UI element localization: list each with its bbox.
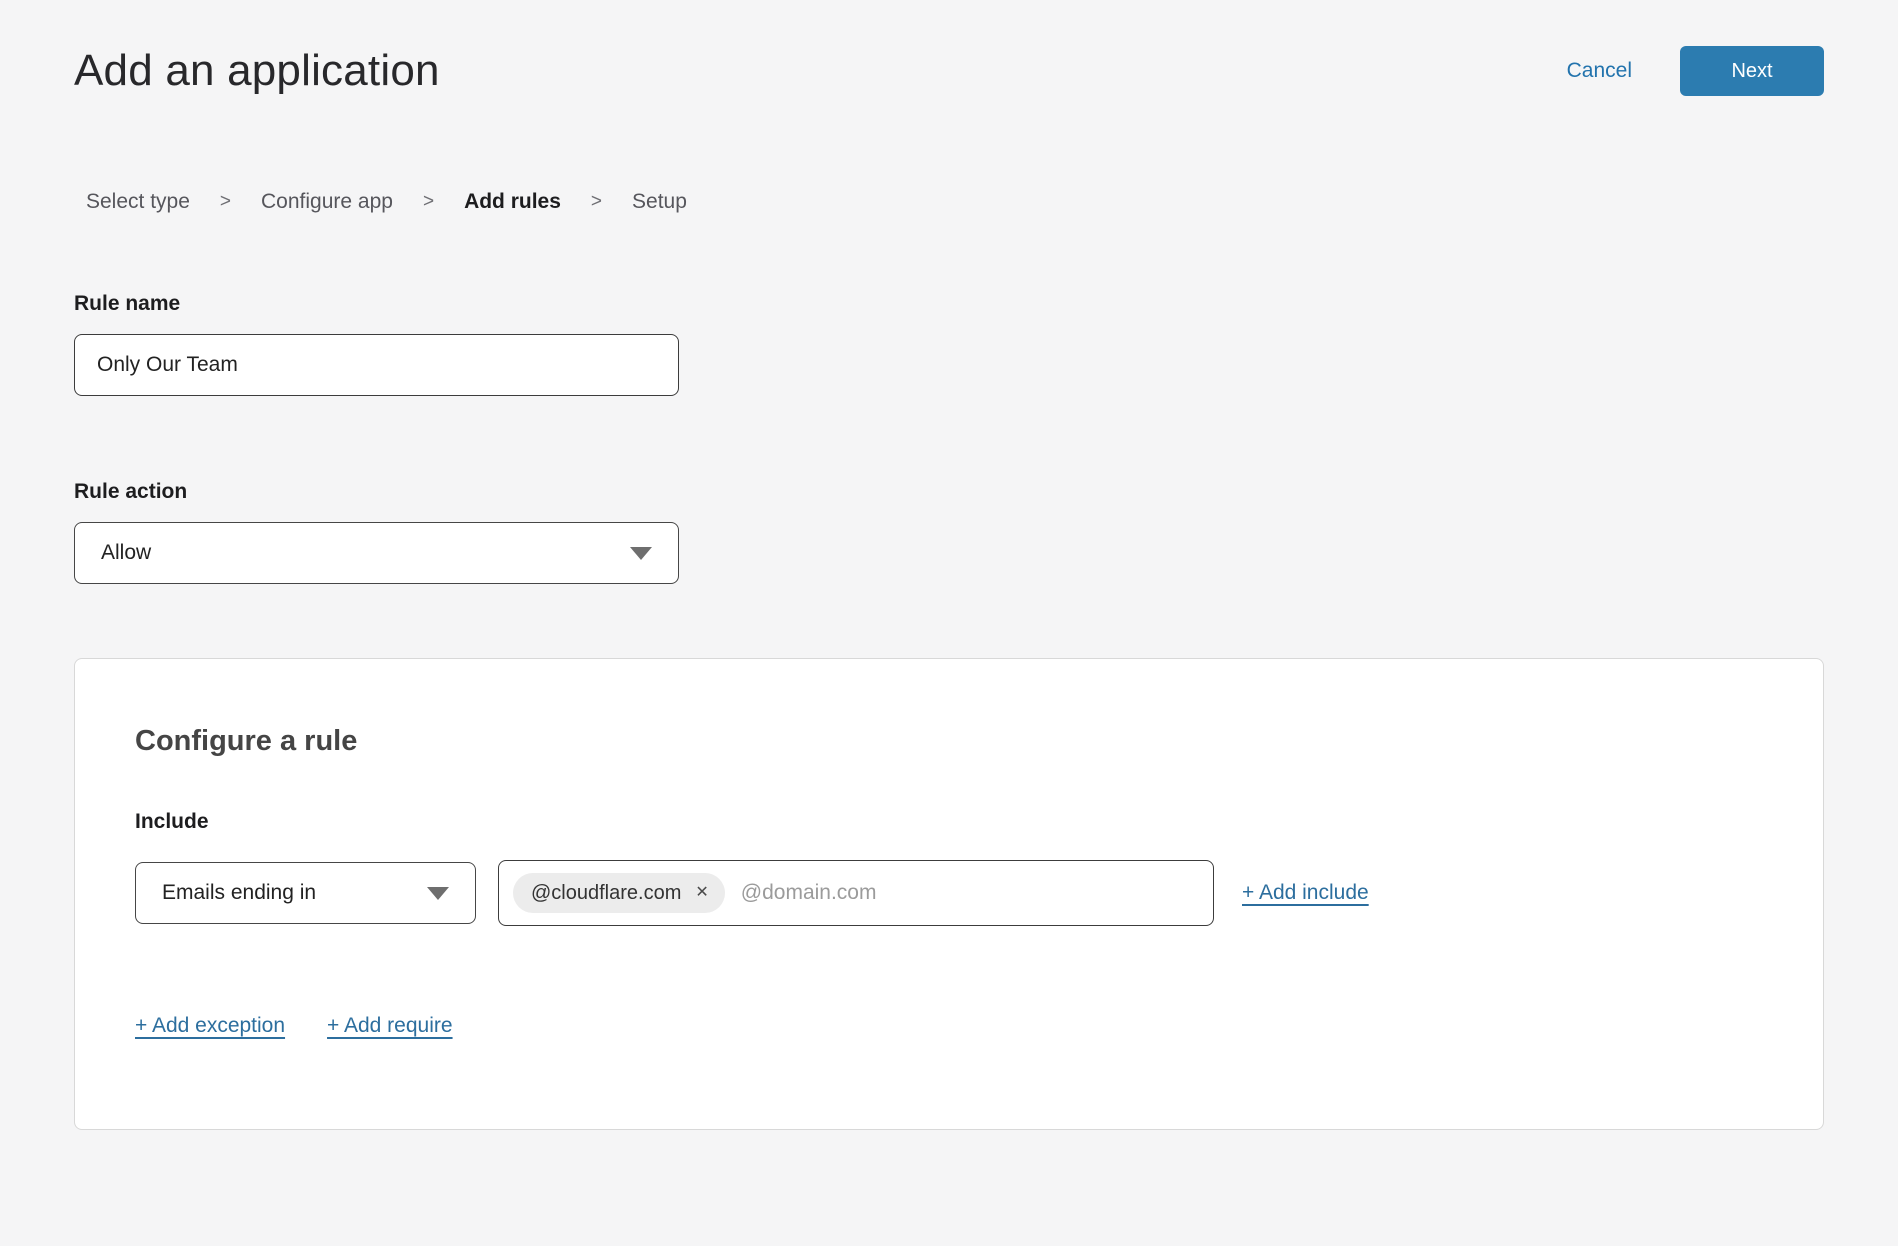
add-exception-link[interactable]: + Add exception (135, 1014, 285, 1038)
breadcrumb-step-add-rules[interactable]: Add rules (464, 190, 561, 214)
page-title: Add an application (74, 46, 440, 96)
rule-action-select[interactable]: Allow (74, 522, 679, 584)
breadcrumb-separator-icon: > (220, 191, 231, 213)
caret-down-icon (427, 887, 449, 900)
header-actions: Cancel Next (1567, 46, 1824, 96)
email-domain-tag-input[interactable]: @cloudflare.com ✕ (498, 860, 1214, 926)
add-application-page: Add an application Cancel Next Select ty… (0, 46, 1898, 1130)
rule-action-label: Rule action (74, 480, 1824, 504)
include-label: Include (135, 810, 1763, 834)
domain-entry-input[interactable] (741, 881, 1199, 905)
include-selector-select[interactable]: Emails ending in (135, 862, 476, 924)
page-header: Add an application Cancel Next (74, 46, 1824, 96)
remove-tag-icon[interactable]: ✕ (695, 885, 708, 901)
breadcrumb-step-select-type[interactable]: Select type (86, 190, 190, 214)
rule-action-selected-value: Allow (101, 541, 151, 565)
cancel-button[interactable]: Cancel (1567, 59, 1632, 83)
configure-rule-card: Configure a rule Include Emails ending i… (74, 658, 1824, 1130)
rule-links-row: + Add exception + Add require (135, 1014, 1763, 1038)
breadcrumb-separator-icon: > (591, 191, 602, 213)
tag-value: @cloudflare.com (531, 882, 681, 905)
rule-name-input[interactable] (74, 334, 679, 396)
add-require-link[interactable]: + Add require (327, 1014, 453, 1038)
email-domain-tag: @cloudflare.com ✕ (513, 873, 725, 913)
caret-down-icon (630, 547, 652, 560)
next-button[interactable]: Next (1680, 46, 1824, 96)
card-heading: Configure a rule (135, 725, 1763, 758)
rule-name-label: Rule name (74, 292, 1824, 316)
include-selector-value: Emails ending in (162, 881, 316, 905)
breadcrumb-step-setup[interactable]: Setup (632, 190, 687, 214)
breadcrumb-step-configure-app[interactable]: Configure app (261, 190, 393, 214)
breadcrumb-separator-icon: > (423, 191, 434, 213)
breadcrumb: Select type > Configure app > Add rules … (86, 190, 1824, 214)
include-rule-row: Emails ending in @cloudflare.com ✕ + Add… (135, 860, 1763, 926)
add-include-link[interactable]: + Add include (1242, 881, 1369, 905)
